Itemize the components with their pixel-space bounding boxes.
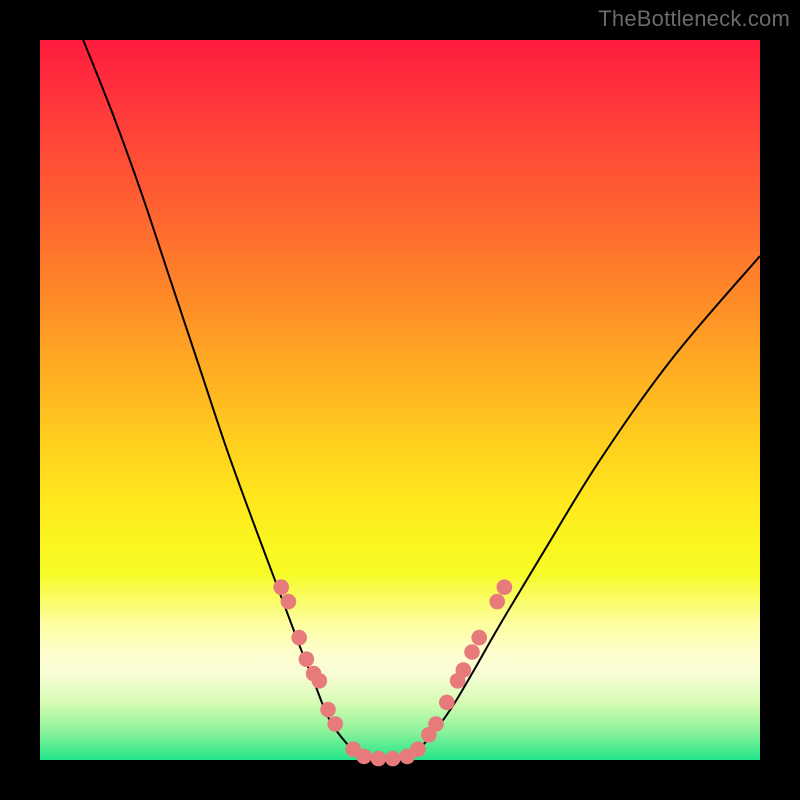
sample-dot [489, 594, 505, 610]
sample-dot [312, 673, 328, 689]
sample-dot [410, 741, 426, 757]
sample-dot [291, 630, 307, 646]
sample-dot [497, 579, 513, 595]
sample-dot [327, 716, 343, 732]
sample-dot [464, 644, 480, 660]
sample-dot [439, 695, 455, 711]
sample-dot [299, 651, 315, 667]
curve-svg [40, 40, 760, 760]
sample-dots-group [273, 579, 512, 766]
sample-dot [456, 662, 472, 678]
bottleneck-curve [83, 40, 760, 761]
plot-area [40, 40, 760, 760]
sample-dot [273, 579, 289, 595]
sample-dot [371, 751, 387, 767]
sample-dot [471, 630, 487, 646]
sample-dot [428, 716, 444, 732]
sample-dot [281, 594, 297, 610]
watermark-text: TheBottleneck.com [598, 6, 790, 32]
sample-dot [320, 702, 336, 718]
sample-dot [385, 751, 401, 767]
sample-dot [356, 749, 372, 765]
chart-frame: TheBottleneck.com [0, 0, 800, 800]
